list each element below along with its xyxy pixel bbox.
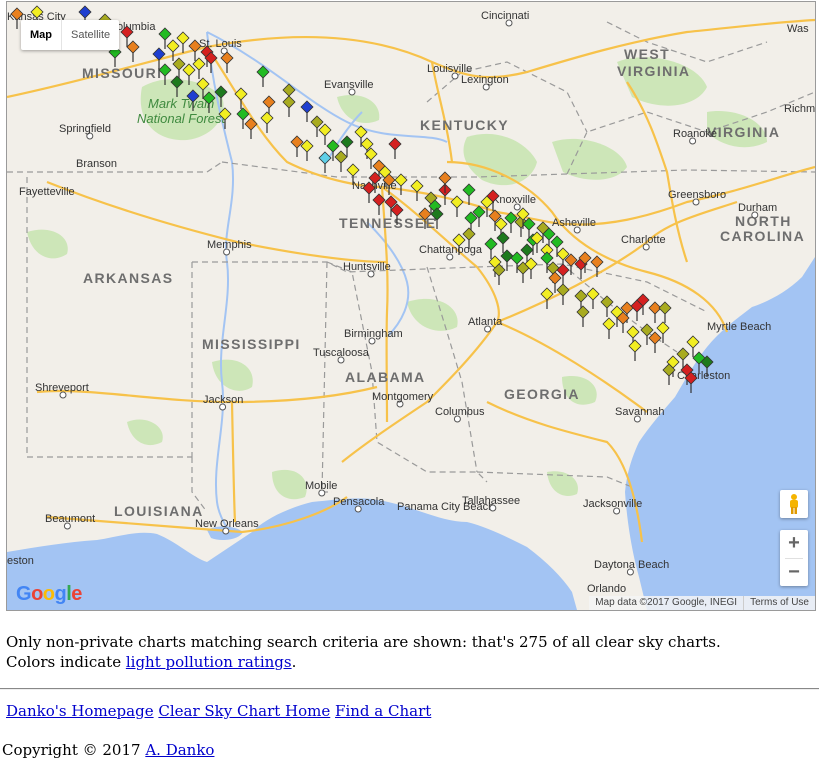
- state-label-arkansas: ARKANSAS: [83, 270, 174, 286]
- info-line-charts: Only non-private charts matching search …: [6, 633, 721, 651]
- city-label-new-orleans: New Orleans: [195, 518, 259, 530]
- city-label-jackson: Jackson: [203, 394, 243, 406]
- city-label-huntsville: Huntsville: [343, 261, 391, 273]
- terms-of-use-link[interactable]: Terms of Use: [743, 596, 815, 610]
- city-label-fayetteville: Fayetteville: [19, 186, 75, 198]
- state-label-louisiana: LOUISIANA: [114, 503, 204, 519]
- city-label-columbus: Columbus: [435, 406, 485, 418]
- google-logo[interactable]: Google: [16, 583, 82, 606]
- state-label-north: NORTH: [735, 213, 792, 229]
- state-label-mississippi: MISSISSIPPI: [202, 336, 301, 352]
- copyright-text: Copyright © 2017: [2, 741, 146, 759]
- city-label-savannah: Savannah: [615, 406, 665, 418]
- city-label-springfield: Springfield: [59, 123, 111, 135]
- city-label-shreveport: Shreveport: [35, 382, 89, 394]
- state-label-alabama: ALABAMA: [345, 369, 426, 385]
- state-label-georgia: GEORGIA: [504, 386, 580, 402]
- street-view-pegman[interactable]: [780, 490, 808, 518]
- city-label-chattanooga: Chattanooga: [419, 244, 483, 256]
- city-label-eston: eston: [7, 555, 34, 567]
- city-label-myrtle-beach: Myrtle Beach: [707, 321, 771, 333]
- map-data-attribution: Map data ©2017 Google, INEGI: [589, 596, 744, 610]
- city-label-evansville: Evansville: [324, 79, 374, 91]
- city-label-beaumont: Beaumont: [45, 513, 95, 525]
- info-text: Only non-private charts matching search …: [6, 632, 721, 672]
- city-label-durham: Durham: [738, 202, 777, 214]
- light-pollution-link[interactable]: light pollution ratings: [126, 653, 292, 671]
- city-label-charlotte: Charlotte: [621, 234, 666, 246]
- dankos-homepage-link[interactable]: Danko's Homepage: [6, 702, 154, 720]
- state-label-carolina: CAROLINA: [720, 228, 805, 244]
- state-label-missouri: MISSOURI: [82, 65, 162, 81]
- city-label-tallahassee: Tallahassee: [462, 495, 520, 507]
- city-label-branson: Branson: [76, 158, 117, 170]
- info-line-colors: Colors indicate light pollution ratings.: [6, 652, 721, 672]
- city-label-greensboro: Greensboro: [668, 189, 726, 201]
- divider: [0, 688, 819, 690]
- zoom-out-button[interactable]: −: [780, 559, 808, 587]
- pegman-icon: [790, 494, 798, 514]
- city-label-atlanta: Atlanta: [468, 316, 503, 328]
- map-container[interactable]: MISSOURI KENTUCKY WEST VIRGINIA VIRGINIA…: [6, 1, 816, 611]
- state-label-west: WEST: [624, 46, 670, 62]
- city-label-mobile: Mobile: [305, 480, 337, 492]
- svg-text:National Forest: National Forest: [137, 111, 227, 126]
- city-label-asheville: Asheville: [552, 217, 596, 229]
- map-type-satellite-button[interactable]: Satellite: [61, 20, 119, 50]
- clear-sky-chart-home-link[interactable]: Clear Sky Chart Home: [158, 702, 330, 720]
- find-a-chart-link[interactable]: Find a Chart: [335, 702, 431, 720]
- footer-links: Danko's Homepage Clear Sky Chart Home Fi…: [6, 702, 431, 720]
- city-label-cincinnati: Cincinnati: [481, 10, 529, 22]
- city-label-jacksonville: Jacksonville: [583, 498, 642, 510]
- city-label-pensacola: Pensacola: [333, 496, 385, 508]
- city-label-richm: Richm: [784, 103, 815, 115]
- copyright: Copyright © 2017 A. Danko: [2, 741, 214, 759]
- city-label-was: Was: [787, 23, 809, 35]
- forest-label: Mark Twain National Forest: [137, 96, 227, 126]
- state-label-virginia-wv: VIRGINIA: [617, 63, 690, 79]
- author-link[interactable]: A. Danko: [145, 741, 214, 759]
- zoom-in-button[interactable]: +: [780, 530, 808, 558]
- state-label-kentucky: KENTUCKY: [420, 117, 509, 133]
- city-label-birmingham: Birmingham: [344, 328, 403, 340]
- state-label-virginia: VIRGINIA: [707, 124, 780, 140]
- city-label-montgomery: Montgomery: [372, 391, 434, 403]
- map-type-map-button[interactable]: Map: [21, 20, 61, 50]
- city-label-tuscaloosa: Tuscaloosa: [313, 347, 370, 359]
- map-canvas[interactable]: MISSOURI KENTUCKY WEST VIRGINIA VIRGINIA…: [7, 2, 815, 610]
- city-label-orlando: Orlando: [587, 583, 626, 595]
- map-type-control[interactable]: Map Satellite: [21, 20, 120, 50]
- city-label-daytona-beach: Daytona Beach: [594, 559, 669, 571]
- colors-prefix: Colors indicate: [6, 653, 126, 671]
- city-label-memphis: Memphis: [207, 239, 252, 251]
- city-label-roanoke: Roanoke: [673, 128, 717, 140]
- state-label-tennessee: TENNESSEE: [339, 215, 436, 231]
- city-label-lexington: Lexington: [461, 74, 509, 86]
- zoom-control[interactable]: + −: [780, 530, 808, 586]
- colors-suffix: .: [291, 653, 297, 671]
- map-attribution: Map data ©2017 Google, INEGI Terms of Us…: [589, 596, 815, 610]
